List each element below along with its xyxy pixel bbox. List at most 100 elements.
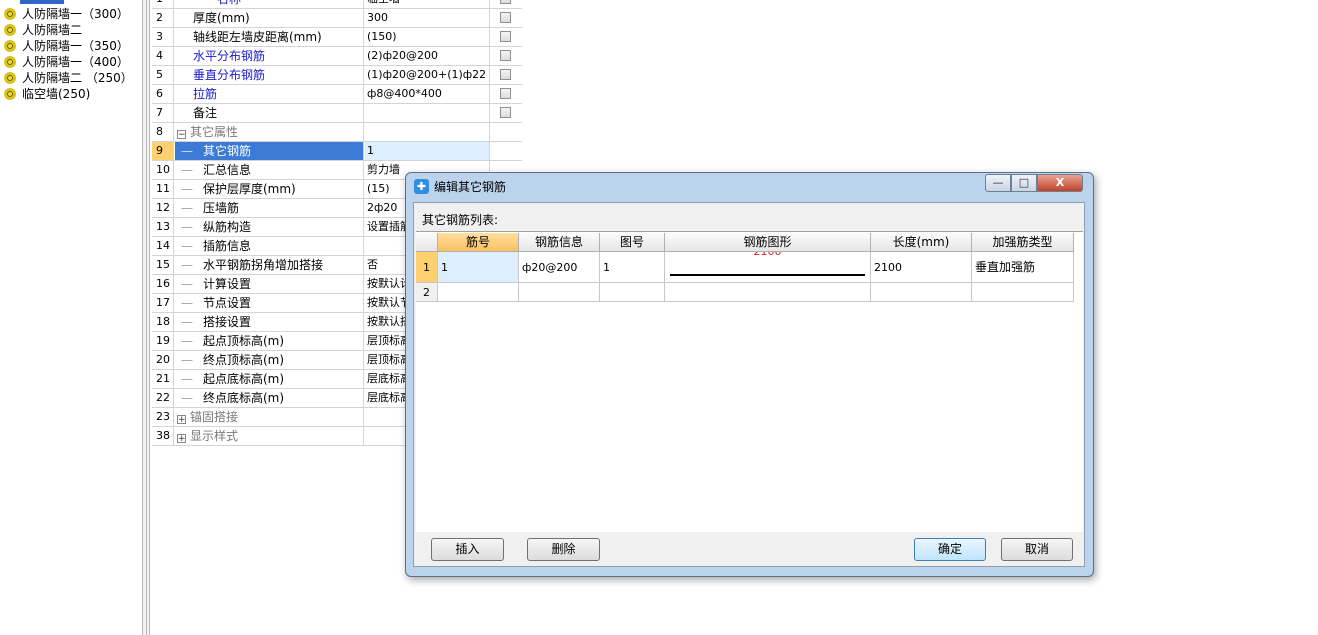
edit-other-rebar-dialog: ✚ 编辑其它钢筋 — □ X 其它钢筋列表: 筋号 钢筋信息 图号 钢筋图形 长… [405, 172, 1094, 577]
cell-bar-no[interactable]: 1 [438, 252, 519, 283]
cell-figure-no[interactable] [600, 283, 665, 302]
dialog-client-area: 其它钢筋列表: 筋号 钢筋信息 图号 钢筋图形 长度(mm) 加强筋类型 1 1… [413, 202, 1085, 567]
property-checkbox-cell [491, 85, 522, 103]
tree-connector: — [181, 372, 193, 386]
row-number[interactable]: 1 [416, 252, 438, 283]
row-number: 10 [152, 161, 174, 179]
cell-bar-no[interactable] [438, 283, 519, 302]
property-name: — 汇总信息 [175, 161, 364, 179]
gear-icon [4, 56, 16, 68]
property-row[interactable]: 6 拉筋 ф8@400*400 [152, 85, 522, 104]
property-value[interactable] [365, 104, 490, 122]
property-row[interactable]: 3 轴线距左墙皮距离(mm) (150) [152, 28, 522, 47]
collapse-icon[interactable]: − [177, 130, 186, 140]
property-checkbox[interactable] [500, 0, 511, 4]
property-row[interactable]: 2 厚度(mm) 300 [152, 9, 522, 28]
property-name: — 纵筋构造 [175, 218, 364, 236]
property-value[interactable]: (2)ф20@200 [365, 47, 490, 65]
gear-icon [4, 72, 16, 84]
tree-connector: — [181, 296, 193, 310]
row-number: 7 [152, 104, 174, 122]
row-number: 1 [152, 0, 174, 8]
property-checkbox-cell [491, 0, 522, 8]
cell-rebar-shape[interactable] [665, 283, 871, 302]
cell-reinforcement-type[interactable]: 垂直加强筋 [972, 252, 1074, 283]
row-number: 16 [152, 275, 174, 293]
row-number: 23 [152, 408, 174, 426]
expand-icon[interactable]: + [177, 434, 186, 444]
expand-icon[interactable]: + [177, 415, 186, 425]
tree-item-wall-3[interactable]: 人防隔墙一（350） [4, 38, 129, 54]
selected-tree-item-highlight[interactable] [20, 0, 64, 4]
maximize-button[interactable]: □ [1011, 174, 1037, 192]
row-number[interactable]: 2 [416, 283, 438, 302]
cell-length[interactable] [871, 283, 972, 302]
cell-rebar-shape[interactable]: 2100 [665, 252, 871, 283]
property-checkbox[interactable] [500, 50, 511, 61]
cell-figure-no[interactable]: 1 [600, 252, 665, 283]
property-name: 拉筋 [175, 85, 364, 103]
tree-item-wall-5[interactable]: 人防隔墙二 （250） [4, 70, 133, 86]
gear-icon [4, 88, 16, 100]
property-group-header: + 显示样式 [175, 427, 364, 445]
property-row[interactable]: 7 备注 [152, 104, 522, 123]
row-number: 22 [152, 389, 174, 407]
cancel-button[interactable]: 取消 [1001, 538, 1073, 561]
property-name: — 保护层厚度(mm) [175, 180, 364, 198]
property-value[interactable]: 300 [365, 9, 490, 27]
dialog-title: 编辑其它钢筋 [434, 180, 507, 194]
dialog-titlebar[interactable]: ✚ 编辑其它钢筋 — □ X [406, 173, 1093, 201]
property-name: — 计算设置 [175, 275, 364, 293]
property-value[interactable]: (1)ф20@200+(1)ф22 [365, 66, 490, 84]
cell-rebar-info[interactable]: ф20@200 [519, 252, 600, 283]
close-button[interactable]: X [1037, 174, 1083, 192]
property-value[interactable]: 1 [365, 142, 490, 160]
column-header-length[interactable]: 长度(mm) [871, 233, 972, 252]
column-header-rebar-shape[interactable]: 钢筋图形 [665, 233, 871, 252]
insert-button[interactable]: 插入 [431, 538, 504, 561]
row-number: 4 [152, 47, 174, 65]
property-value[interactable]: ф8@400*400 [365, 85, 490, 103]
column-header-rebar-info[interactable]: 钢筋信息 [519, 233, 600, 252]
property-value[interactable]: 临空墙 [365, 0, 490, 8]
app-icon: ✚ [414, 179, 429, 194]
column-header-figure-no[interactable]: 图号 [600, 233, 665, 252]
property-checkbox[interactable] [500, 31, 511, 42]
property-checkbox[interactable] [500, 107, 511, 118]
property-value[interactable]: (150) [365, 28, 490, 46]
cell-reinforcement-type[interactable] [972, 283, 1074, 302]
delete-button[interactable]: 删除 [527, 538, 600, 561]
column-header-reinforcement-type[interactable]: 加强筋类型 [972, 233, 1074, 252]
property-group-row[interactable]: 8 − 其它属性 [152, 123, 522, 142]
tree-item-wall-2[interactable]: 人防隔墙二 [4, 22, 82, 38]
property-row[interactable]: 5 垂直分布钢筋 (1)ф20@200+(1)ф22 [152, 66, 522, 85]
cell-length[interactable]: 2100 [871, 252, 972, 283]
property-row-selected[interactable]: 9 — 其它钢筋 1 [152, 142, 522, 161]
row-number: 3 [152, 28, 174, 46]
property-name: — 压墙筋 [175, 199, 364, 217]
property-row[interactable]: 1 名称 临空墙 [152, 0, 522, 9]
cell-rebar-info[interactable] [519, 283, 600, 302]
tree-connector: — [181, 391, 193, 405]
property-checkbox[interactable] [500, 69, 511, 80]
property-name: 垂直分布钢筋 [175, 66, 364, 84]
row-number: 19 [152, 332, 174, 350]
property-checkbox[interactable] [500, 12, 511, 23]
row-number: 17 [152, 294, 174, 312]
property-name: — 起点底标高(m) [175, 370, 364, 388]
tree-item-wall-6[interactable]: 临空墙(250) [4, 86, 90, 102]
property-row[interactable]: 4 水平分布钢筋 (2)ф20@200 [152, 47, 522, 66]
property-checkbox-cell [491, 47, 522, 65]
row-number: 2 [152, 9, 174, 27]
tree-connector: — [181, 277, 193, 291]
tree-item-wall-1[interactable]: 人防隔墙一（300） [4, 6, 129, 22]
property-name: — 其它钢筋 [175, 142, 364, 160]
column-header-bar-no[interactable]: 筋号 [438, 233, 519, 252]
minimize-button[interactable]: — [985, 174, 1011, 192]
panel-splitter[interactable] [142, 0, 150, 635]
property-checkbox[interactable] [500, 88, 511, 99]
row-number: 5 [152, 66, 174, 84]
row-number: 8 [152, 123, 174, 141]
tree-item-wall-4[interactable]: 人防隔墙一（400） [4, 54, 129, 70]
ok-button[interactable]: 确定 [914, 538, 986, 561]
